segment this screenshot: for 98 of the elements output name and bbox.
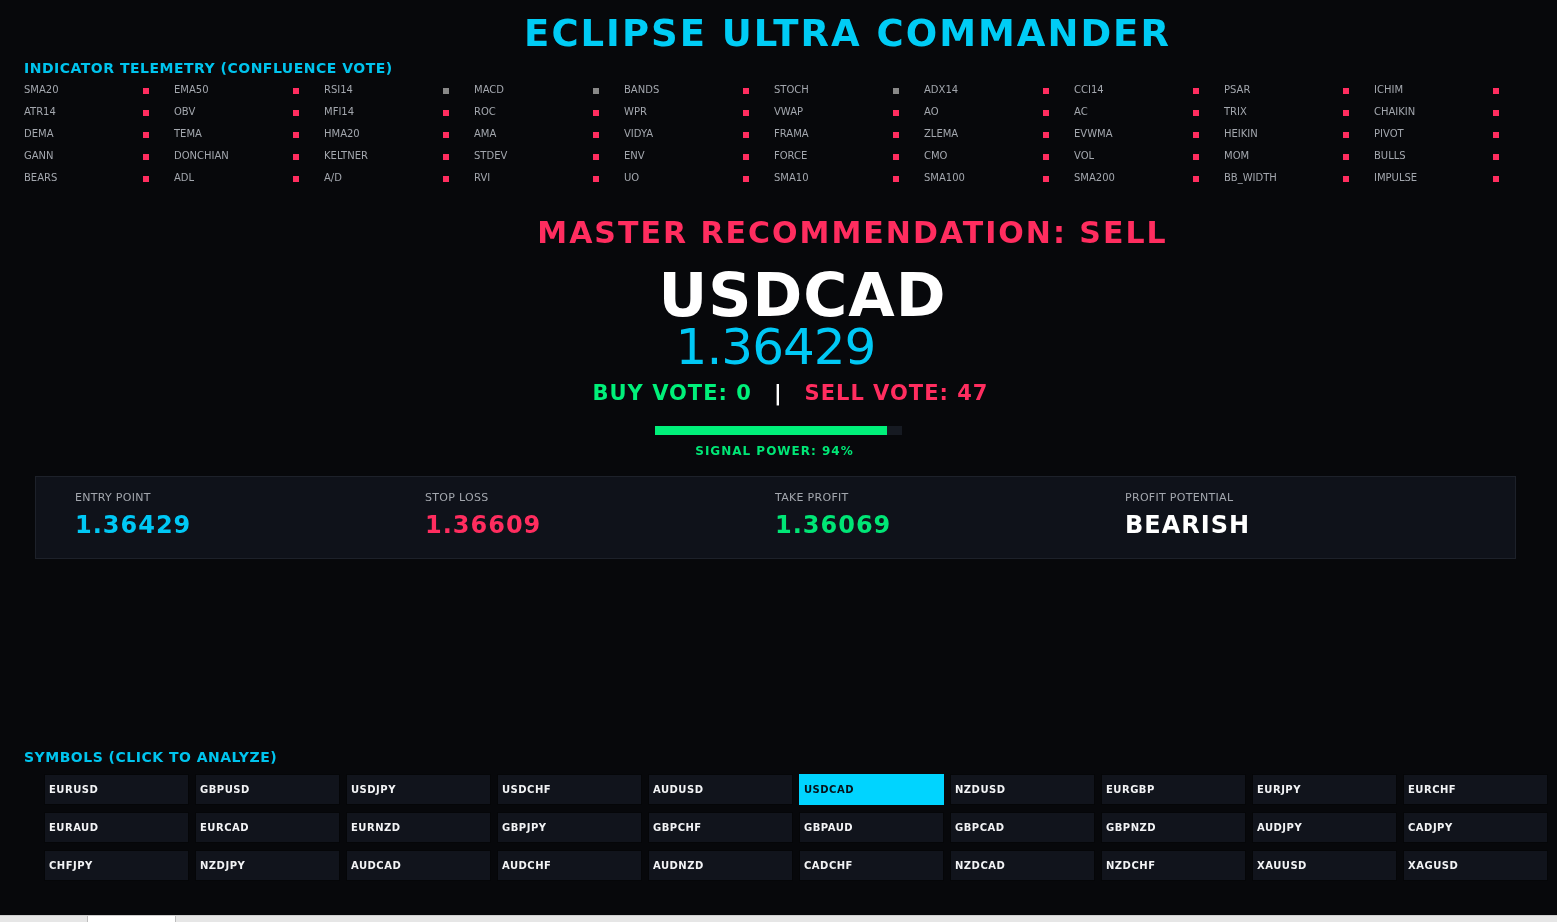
indicator-name: GANN — [24, 149, 55, 163]
symbol-button[interactable]: AUDCAD — [346, 850, 491, 881]
indicator-name: BB_WIDTH — [1224, 171, 1278, 185]
symbol-button[interactable]: CHFJPY — [44, 850, 189, 881]
symbol-button[interactable]: NZDJPY — [195, 850, 340, 881]
indicator-name: PSAR — [1224, 83, 1252, 97]
symbol-button[interactable]: AUDNZD — [648, 850, 793, 881]
indicator-name: ATR14 — [24, 105, 57, 119]
symbol-button[interactable]: EURAUD — [44, 812, 189, 843]
indicator-name: VOL — [1074, 149, 1096, 163]
indicator-name: OBV — [174, 105, 197, 119]
symbol-button[interactable]: USDCAD — [799, 774, 944, 805]
symbol-button[interactable]: NZDCAD — [950, 850, 1095, 881]
indicator-name: TEMA — [174, 127, 203, 141]
symbol-button[interactable]: EURCAD — [195, 812, 340, 843]
indicator-name: SMA100 — [924, 171, 966, 185]
level-label: PROFIT POTENTIAL — [1125, 491, 1234, 505]
symbols-heading: SYMBOLS (CLICK TO ANALYZE) — [24, 748, 278, 766]
indicator-name: CMO — [924, 149, 949, 163]
indicator-name: HMA20 — [324, 127, 361, 141]
indicator-name: ENV — [624, 149, 646, 163]
sell-vote-count: SELL VOTE: 47 — [804, 380, 989, 406]
symbol-button[interactable]: USDCHF — [497, 774, 642, 805]
indicator-name: VIDYA — [624, 127, 655, 141]
symbol-button[interactable]: EURUSD — [44, 774, 189, 805]
symbol-button[interactable]: USDJPY — [346, 774, 491, 805]
level-value: 1.36609 — [425, 510, 542, 540]
indicator-name: CCI14 — [1074, 83, 1105, 97]
symbol-button[interactable]: AUDUSD — [648, 774, 793, 805]
indicator-name: HEIKIN — [1224, 127, 1259, 141]
indicator-name: ICHIM — [1374, 83, 1405, 97]
level-value: BEARISH — [1125, 510, 1251, 540]
symbol-button[interactable]: EURJPY — [1252, 774, 1397, 805]
indicator-name: RVI — [474, 171, 492, 185]
current-price: 1.36429 — [675, 323, 876, 371]
indicator-name: AMA — [474, 127, 498, 141]
indicator-name: DONCHIAN — [174, 149, 230, 163]
symbol-button[interactable]: GBPCHF — [648, 812, 793, 843]
symbol-button[interactable]: GBPJPY — [497, 812, 642, 843]
symbol-button[interactable]: GBPCAD — [950, 812, 1095, 843]
indicator-name: SMA10 — [774, 171, 810, 185]
level-label: STOP LOSS — [425, 491, 489, 505]
indicator-name: STDEV — [474, 149, 509, 163]
app-title: ECLIPSE ULTRA COMMANDER — [524, 12, 1171, 56]
symbol-button[interactable]: GBPUSD — [195, 774, 340, 805]
symbol-button[interactable]: AUDCHF — [497, 850, 642, 881]
indicator-name: PIVOT — [1374, 127, 1405, 141]
indicator-name: BANDS — [624, 83, 661, 97]
indicator-name: A/D — [324, 171, 343, 185]
indicator-name: MOM — [1224, 149, 1251, 163]
symbol-button[interactable]: AUDJPY — [1252, 812, 1397, 843]
indicator-name: RSI14 — [324, 83, 354, 97]
indicator-name: FORCE — [774, 149, 809, 163]
level-value: 1.36429 — [75, 510, 192, 540]
indicator-name: TRIX — [1224, 105, 1248, 119]
indicator-name: FRAMA — [774, 127, 810, 141]
symbol-button[interactable]: XAGUSD — [1403, 850, 1548, 881]
indicator-name: CHAIKIN — [1374, 105, 1417, 119]
indicator-name: MFI14 — [324, 105, 356, 119]
level-label: TAKE PROFIT — [775, 491, 849, 505]
symbol-button[interactable]: NZDCHF — [1101, 850, 1246, 881]
symbol-button[interactable]: EURNZD — [346, 812, 491, 843]
indicator-name: AO — [924, 105, 940, 119]
symbol-button[interactable]: GBPNZD — [1101, 812, 1246, 843]
symbol-button[interactable]: EURGBP — [1101, 774, 1246, 805]
symbol-button[interactable]: EURCHF — [1403, 774, 1548, 805]
level-label: ENTRY POINT — [75, 491, 151, 505]
indicator-name: EVWMA — [1074, 127, 1114, 141]
indicator-name: DEMA — [24, 127, 55, 141]
telemetry-heading: INDICATOR TELEMETRY (CONFLUENCE VOTE) — [24, 59, 393, 77]
buy-vote-count: BUY VOTE: 0 — [592, 380, 752, 406]
indicator-name: SMA20 — [24, 83, 60, 97]
symbol-button[interactable]: NZDUSD — [950, 774, 1095, 805]
indicator-name: WPR — [624, 105, 648, 119]
indicator-name: ROC — [474, 105, 497, 119]
symbol-name: USDCAD — [658, 267, 947, 323]
symbol-button[interactable]: CADCHF — [799, 850, 944, 881]
indicator-name: ZLEMA — [924, 127, 960, 141]
indicator-name: VWAP — [774, 105, 805, 119]
indicator-name: BULLS — [1374, 149, 1407, 163]
indicator-name: BEARS — [24, 171, 59, 185]
symbol-button[interactable]: XAUUSD — [1252, 850, 1397, 881]
signal-power-label: SIGNAL POWER: 94% — [695, 444, 854, 458]
indicator-name: STOCH — [774, 83, 810, 97]
indicator-name: SMA200 — [1074, 171, 1116, 185]
indicator-name: IMPULSE — [1374, 171, 1419, 185]
recommendation-headline: MASTER RECOMMENDATION: SELL — [537, 215, 1168, 251]
indicator-name: KELTNER — [324, 149, 369, 163]
symbol-button[interactable]: GBPAUD — [799, 812, 944, 843]
indicator-name: EMA50 — [174, 83, 210, 97]
level-value: 1.36069 — [775, 510, 892, 540]
indicator-name: AC — [1074, 105, 1089, 119]
vote-separator: | — [773, 380, 783, 406]
indicator-name: UO — [624, 171, 641, 185]
indicator-name: MACD — [474, 83, 505, 97]
indicator-name: ADL — [174, 171, 196, 185]
symbol-button[interactable]: CADJPY — [1403, 812, 1548, 843]
indicator-name: ADX14 — [924, 83, 960, 97]
